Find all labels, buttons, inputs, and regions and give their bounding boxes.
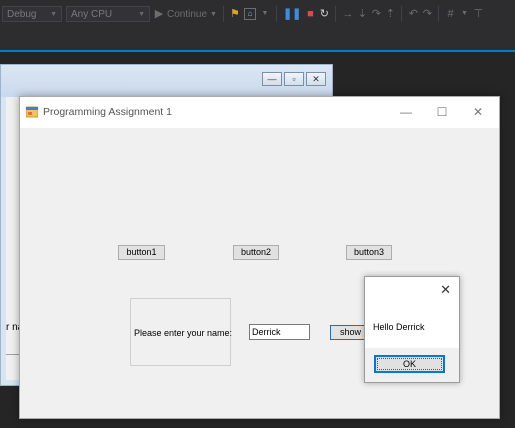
toolbar-separator xyxy=(222,6,224,22)
button3[interactable]: button3 xyxy=(346,245,392,260)
message-text: Hello Derrick xyxy=(373,322,425,332)
toolbar-separator xyxy=(401,6,403,22)
restart-icon[interactable]: ↻ xyxy=(319,6,329,22)
toolbar-separator xyxy=(335,6,337,22)
name-input[interactable] xyxy=(249,324,310,340)
pause-icon[interactable]: ❚❚ xyxy=(283,6,301,22)
chevron-down-icon: ▼ xyxy=(138,10,145,18)
step-over-icon[interactable]: ↷ xyxy=(371,6,381,22)
vs-document-tab-band xyxy=(0,28,515,50)
chevron-down-icon: ▼ xyxy=(210,10,217,18)
toolbar-separator xyxy=(275,6,277,22)
step-out-icon[interactable]: ⇡ xyxy=(385,6,395,22)
ok-button[interactable]: OK xyxy=(374,355,445,373)
continue-label: Continue xyxy=(167,8,208,20)
message-box-footer: OK xyxy=(365,348,459,382)
button1[interactable]: button1 xyxy=(118,245,165,260)
chevron-down-icon[interactable]: ▼ xyxy=(260,6,270,22)
hot-reload-icon[interactable]: ⌂ xyxy=(243,8,256,20)
vs-toolbar: Debug ▼ Any CPU ▼ ▶ Continue ▼ ⚑ ⌂ ▼ ❚❚ … xyxy=(0,0,515,28)
play-icon: ▶ xyxy=(154,8,164,20)
redo-icon[interactable]: ↷ xyxy=(422,6,432,22)
close-icon[interactable]: ✕ xyxy=(440,282,451,298)
app-titlebar[interactable]: Programming Assignment 1 — ☐ ✕ xyxy=(20,97,499,128)
step-into-icon[interactable]: ⇣ xyxy=(357,6,367,22)
solution-platform-dropdown[interactable]: Any CPU ▼ xyxy=(66,6,150,22)
maximize-icon: ▫ xyxy=(284,72,304,86)
solution-config-label: Debug xyxy=(7,8,37,20)
continue-button[interactable]: ▶ Continue ▼ xyxy=(154,6,217,22)
chevron-down-icon[interactable]: ▼ xyxy=(459,6,469,22)
hash-icon[interactable]: # xyxy=(445,6,455,22)
app-form-icon xyxy=(26,106,38,118)
solution-config-dropdown[interactable]: Debug ▼ xyxy=(2,6,62,22)
close-button[interactable]: ✕ xyxy=(463,103,493,121)
close-icon: ✕ xyxy=(306,72,326,86)
name-prompt-label: Please enter your name: xyxy=(134,328,233,338)
maximize-button[interactable]: ☐ xyxy=(427,103,457,121)
app-title: Programming Assignment 1 xyxy=(43,106,172,118)
minimize-icon: — xyxy=(262,72,282,86)
show-next-statement-icon[interactable]: → xyxy=(342,6,353,22)
designer-titlebar: — ▫ ✕ xyxy=(1,65,332,97)
undo-icon[interactable]: ↶ xyxy=(408,6,418,22)
flag-icon[interactable]: ⚑ xyxy=(230,6,240,22)
message-box-dialog: ✕ Hello Derrick OK xyxy=(364,276,460,383)
pin-icon[interactable]: ⊤ xyxy=(473,6,484,22)
minimize-button[interactable]: — xyxy=(391,103,421,121)
button2[interactable]: button2 xyxy=(233,245,279,260)
chevron-down-icon: ▼ xyxy=(50,10,57,18)
toolbar-separator xyxy=(438,6,440,22)
solution-platform-label: Any CPU xyxy=(71,8,113,20)
stop-icon[interactable]: ■ xyxy=(305,6,315,22)
